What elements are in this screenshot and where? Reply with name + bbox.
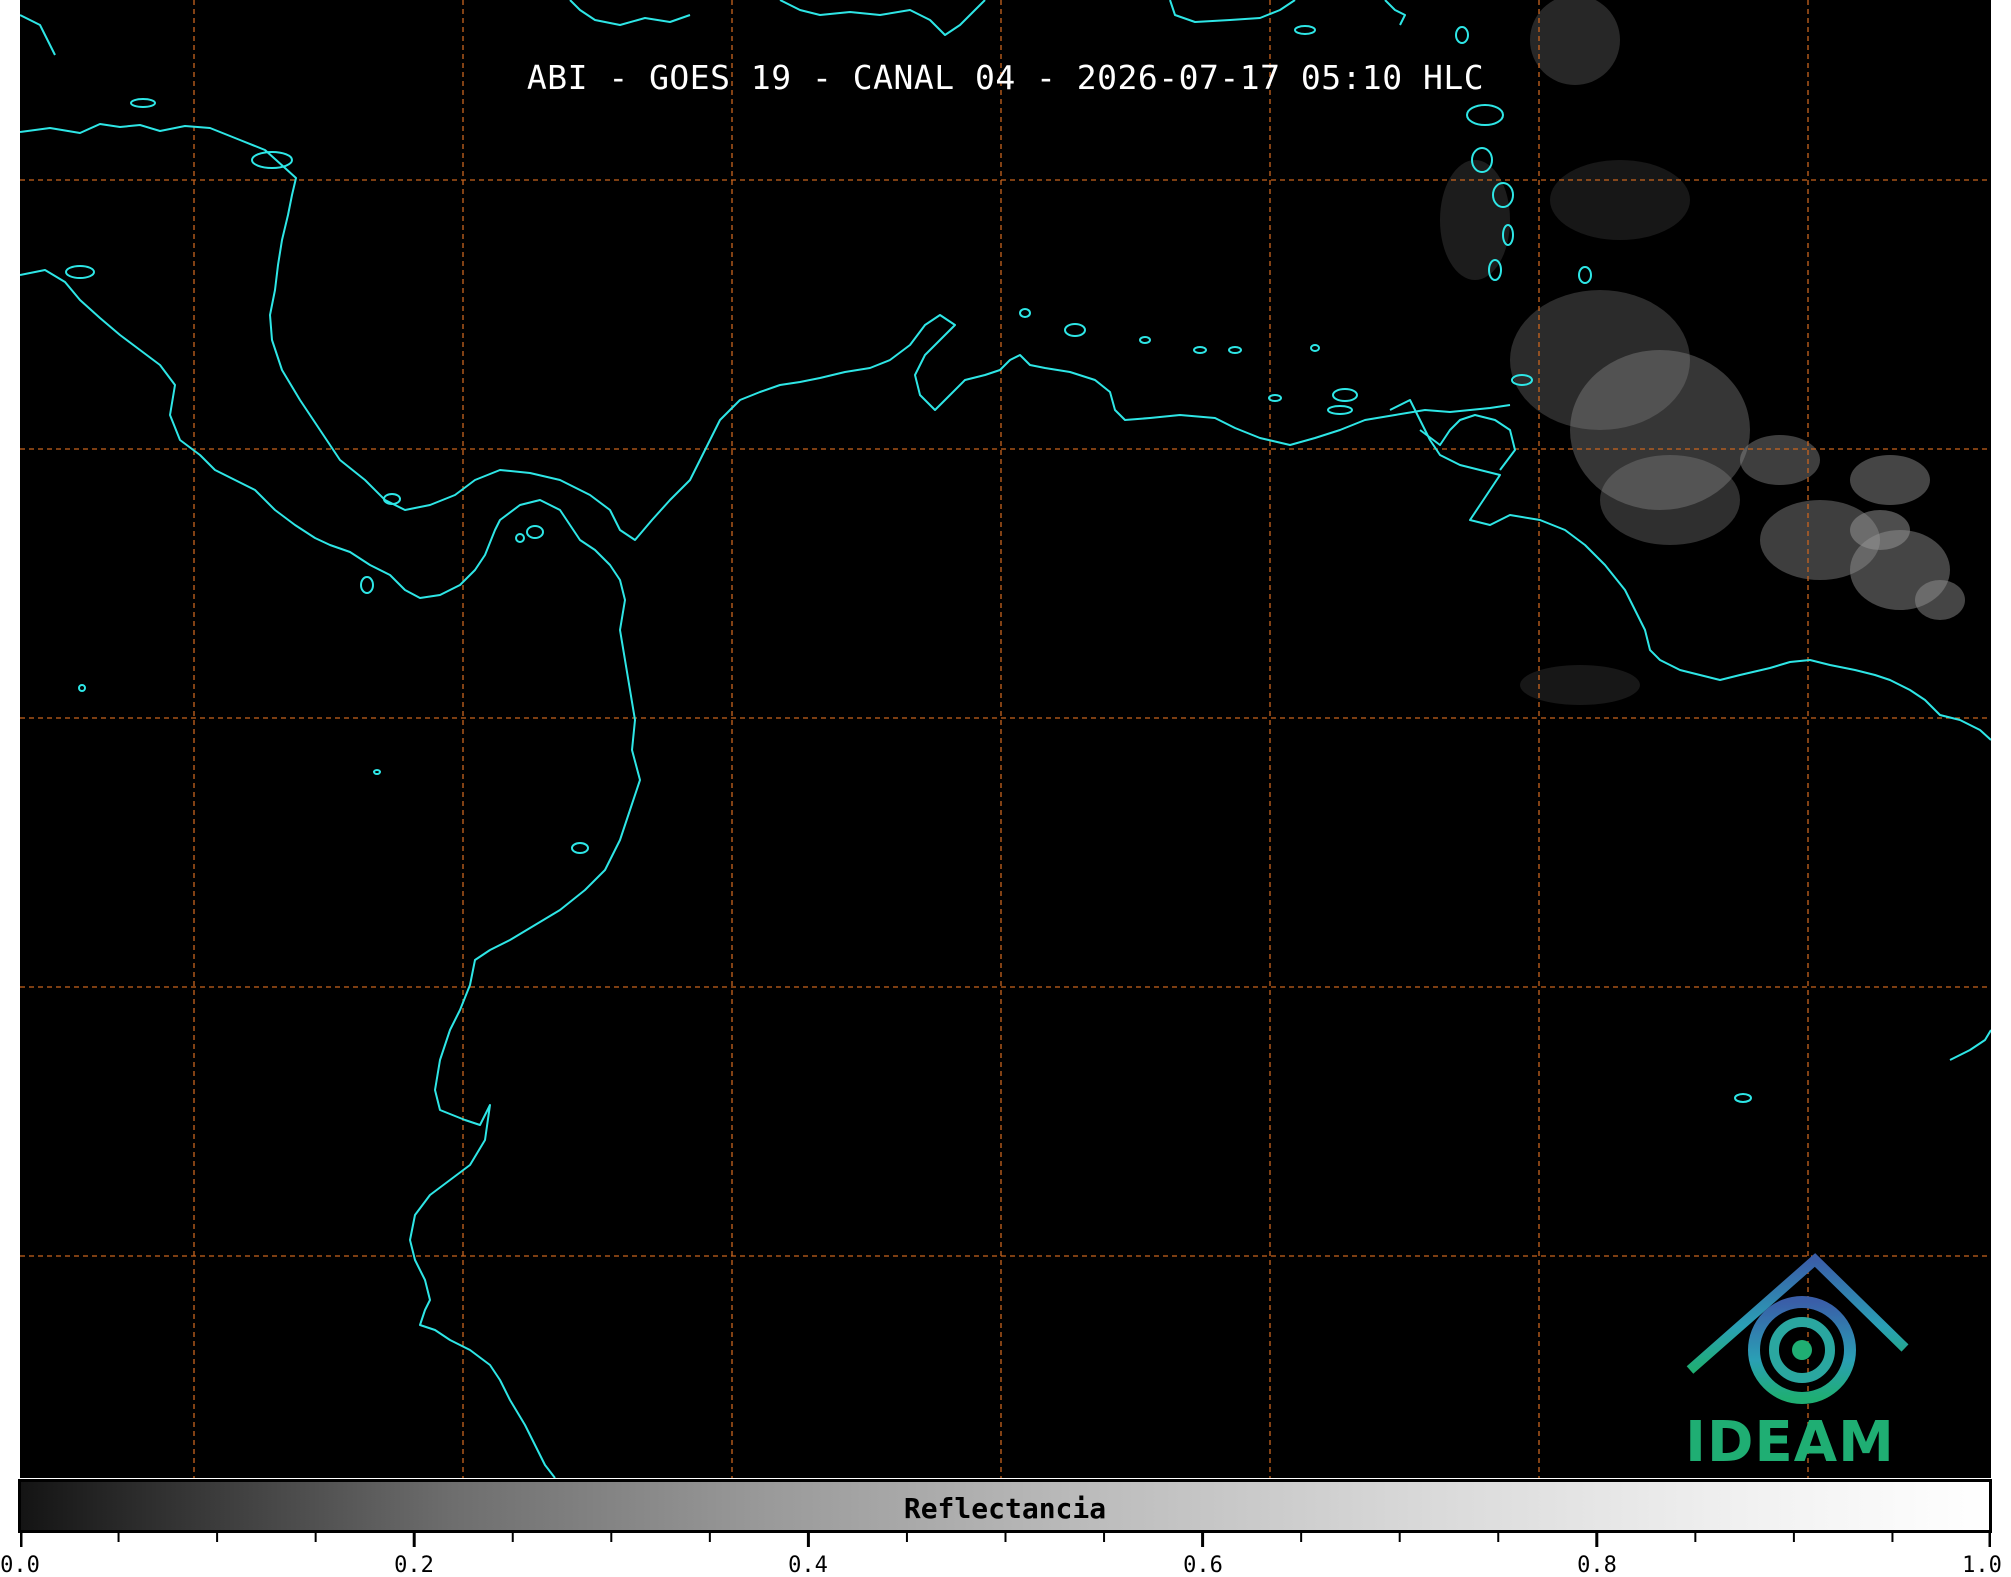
colorbar: Reflectancia (18, 1479, 1992, 1533)
colorbar-tick-label: 0.6 (1183, 1553, 1223, 1577)
colorbar-tick-label: 0.4 (788, 1553, 828, 1577)
satellite-image-page: ABI - GOES 19 - CANAL 04 - 2026-07-17 05… (0, 0, 2011, 1577)
colorbar-ticks (20, 1533, 1991, 1547)
ideam-logo-text: IDEAM (1685, 1410, 1895, 1475)
satellite-map[interactable]: ABI - GOES 19 - CANAL 04 - 2026-07-17 05… (20, 0, 1991, 1478)
colorbar-tick-label: 0.8 (1577, 1553, 1617, 1577)
colorbar-axis: 0.0 0.2 0.4 0.6 0.8 1.0 (0, 1533, 2002, 1577)
map-title: ABI - GOES 19 - CANAL 04 - 2026-07-17 05… (526, 58, 1485, 97)
colorbar-tick-label: 0.2 (394, 1553, 434, 1577)
ideam-logo-icon (1686, 1253, 1909, 1404)
colorbar-label: Reflectancia (903, 1492, 1107, 1525)
colorbar-tick-label: 1.0 (1962, 1553, 2002, 1577)
ideam-logo: IDEAM (1660, 1250, 1920, 1475)
cloud-imagery (1440, 0, 1965, 705)
colorbar-tick-label: 0.0 (0, 1553, 40, 1577)
